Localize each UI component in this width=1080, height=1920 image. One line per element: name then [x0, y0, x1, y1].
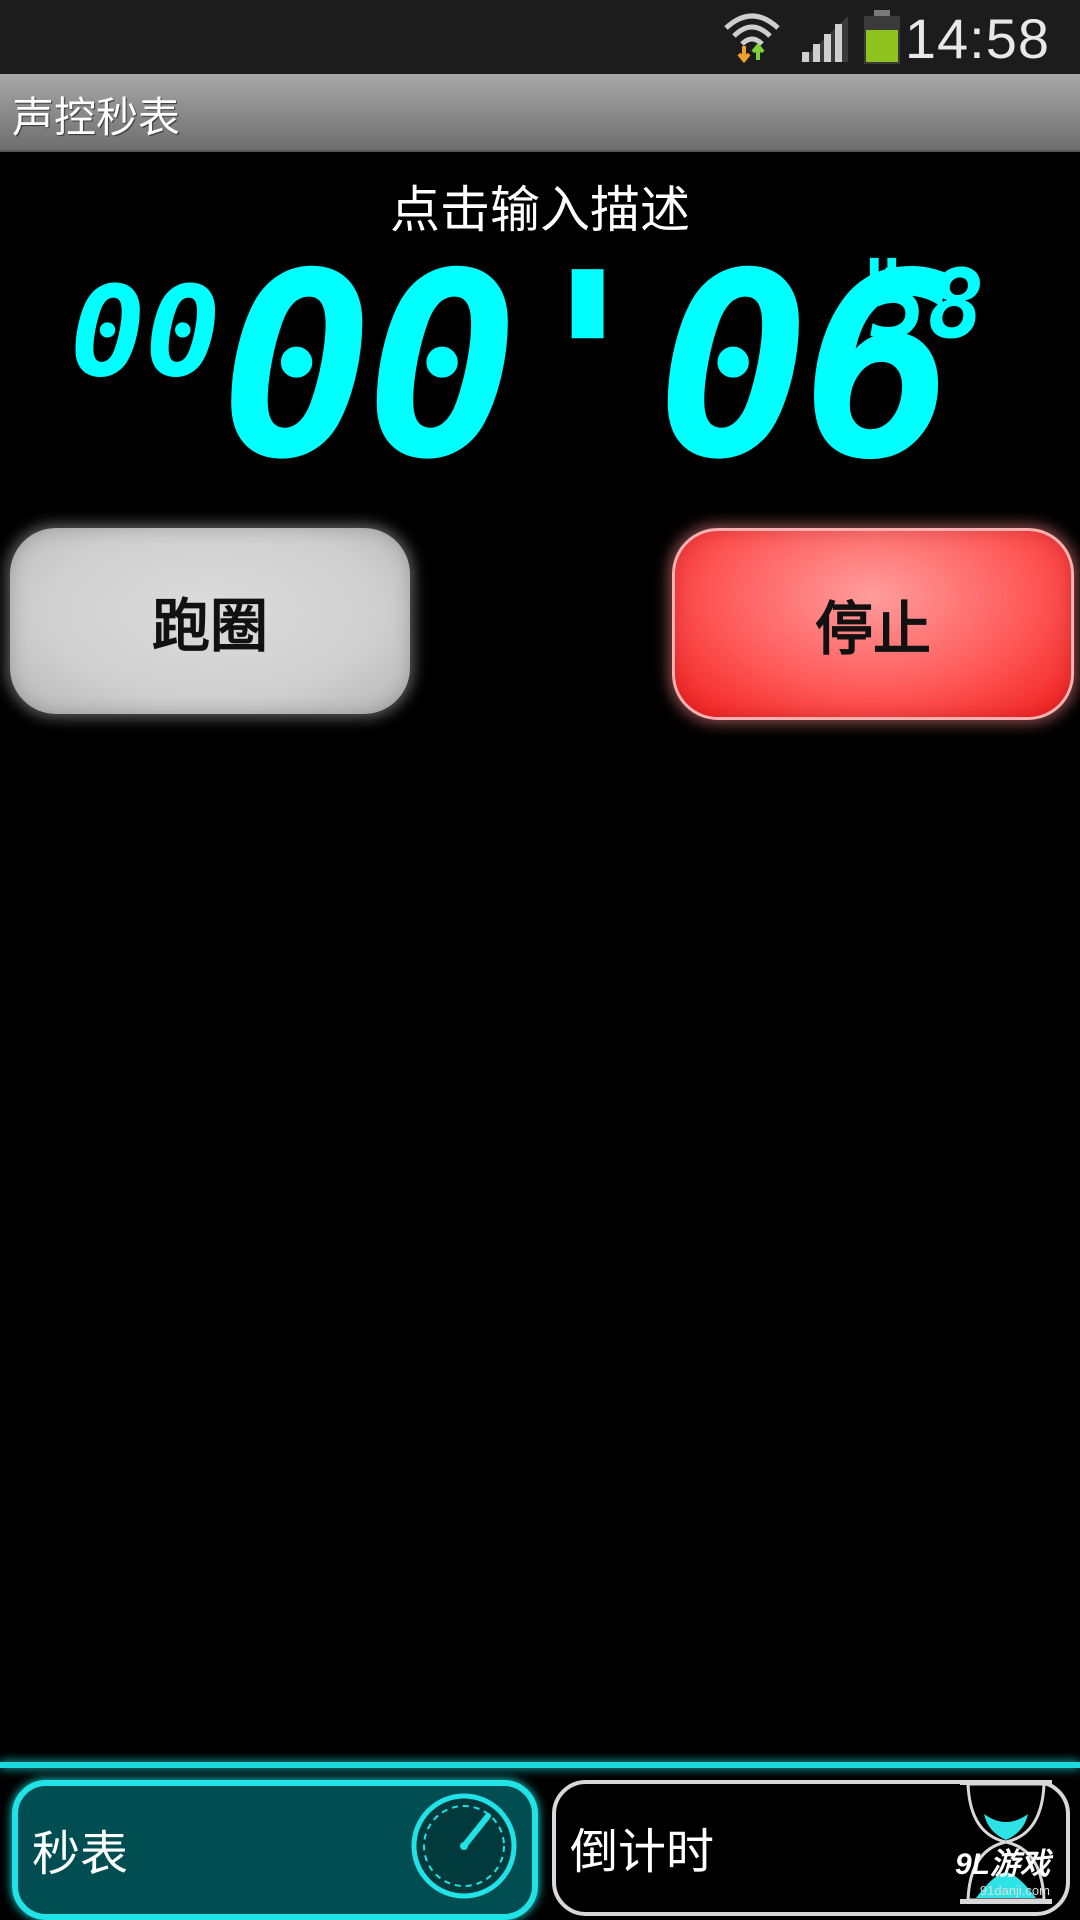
battery-icon [864, 10, 900, 64]
status-bar: 14:58 [0, 0, 1080, 74]
watermark-main: 9L游戏 [954, 1848, 1050, 1881]
timer-display: 00: 00'06 " 58 [0, 240, 1080, 500]
app-title: 声控秒表 [12, 93, 181, 142]
tab-stopwatch[interactable]: 秒表 [12, 1780, 538, 1920]
title-bar: 声控秒表 [0, 74, 1080, 152]
timer-centiseconds: 58 [870, 250, 985, 360]
watermark: 9L游戏 91danji.com [955, 1839, 1050, 1898]
wifi-icon [724, 13, 780, 64]
stopwatch-icon [411, 1793, 517, 1899]
tab-stopwatch-label: 秒表 [32, 1826, 129, 1882]
stop-button[interactable]: 停止 [672, 528, 1074, 720]
tab-countdown-label: 倒计时 [570, 1824, 715, 1880]
tab-divider [0, 1762, 1080, 1768]
status-time: 14:58 [904, 7, 1050, 70]
watermark-sub: 91danji.com [979, 1883, 1050, 1898]
signal-icon [800, 16, 848, 62]
tab-countdown[interactable]: 倒计时 9L游戏 91danji.com [552, 1780, 1070, 1916]
lap-button[interactable]: 跑圈 [10, 528, 410, 714]
timer-minutes-seconds: 00'06 [220, 219, 956, 516]
